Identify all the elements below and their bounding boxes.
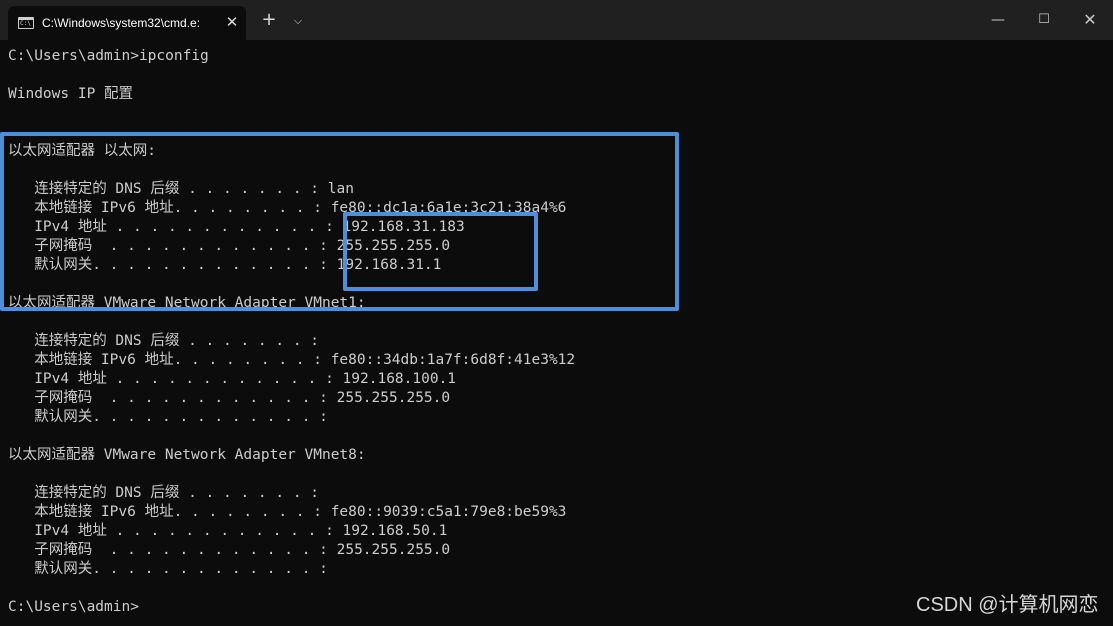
terminal-line: 默认网关. . . . . . . . . . . . . : [8,561,328,577]
terminal-line: IPv4 地址 . . . . . . . . . . . . : 192.16… [8,371,457,387]
tab-cmd[interactable]: C:\Windows\system32\cmd.e: ✕ [8,6,246,40]
tab-dropdown-button[interactable]: ⌵ [288,10,308,32]
terminal-line: 连接特定的 DNS 后缀 . . . . . . . : lan [8,181,354,197]
terminal-line: 本地链接 IPv6 地址. . . . . . . . : fe80::9039… [8,504,567,520]
terminal-line: 默认网关. . . . . . . . . . . . . : 192.168.… [8,257,442,273]
cmd-icon [18,17,34,29]
close-window-button[interactable]: ✕ [1070,6,1110,34]
tab-strip: C:\Windows\system32\cmd.e: ✕ + ⌵ — ☐ ✕ [0,0,1113,40]
terminal-line: C:\Users\admin> [8,599,139,615]
terminal-line: IPv4 地址 . . . . . . . . . . . . : 192.16… [8,219,465,235]
terminal-line: 子网掩码 . . . . . . . . . . . . : 255.255.2… [8,238,451,254]
terminal-line: 以太网适配器 VMware Network Adapter VMnet1: [8,295,366,311]
terminal-line: 以太网适配器 VMware Network Adapter VMnet8: [8,447,366,463]
terminal-line: 连接特定的 DNS 后缀 . . . . . . . : [8,485,320,501]
terminal-line: 子网掩码 . . . . . . . . . . . . : 255.255.2… [8,542,451,558]
terminal-line: C:\Users\admin>ipconfig [8,48,209,64]
terminal-output[interactable]: C:\Users\admin>ipconfig Windows IP 配置以太网适… [8,47,1108,621]
minimize-button[interactable]: — [978,6,1018,34]
maximize-button[interactable]: ☐ [1024,6,1064,34]
terminal-line: Windows IP 配置 [8,86,134,102]
tab-title: C:\Windows\system32\cmd.e: [42,16,201,30]
watermark: CSDN @计算机网恋 [916,594,1099,616]
terminal-line: 以太网适配器 以太网: [8,143,156,159]
terminal-line: 本地链接 IPv6 地址. . . . . . . . : fe80::34db… [8,352,576,368]
terminal-line: 子网掩码 . . . . . . . . . . . . : 255.255.2… [8,390,451,406]
terminal-line: 连接特定的 DNS 后缀 . . . . . . . : [8,333,320,349]
terminal-line: 本地链接 IPv6 地址. . . . . . . . : fe80::dc1a… [8,200,567,216]
new-tab-button[interactable]: + [257,9,281,33]
tab-close-icon[interactable]: ✕ [222,12,242,32]
terminal-window: C:\Windows\system32\cmd.e: ✕ + ⌵ — ☐ ✕ C… [0,0,1113,626]
terminal-line: IPv4 地址 . . . . . . . . . . . . : 192.16… [8,523,448,539]
terminal-line: 默认网关. . . . . . . . . . . . . : [8,409,328,425]
